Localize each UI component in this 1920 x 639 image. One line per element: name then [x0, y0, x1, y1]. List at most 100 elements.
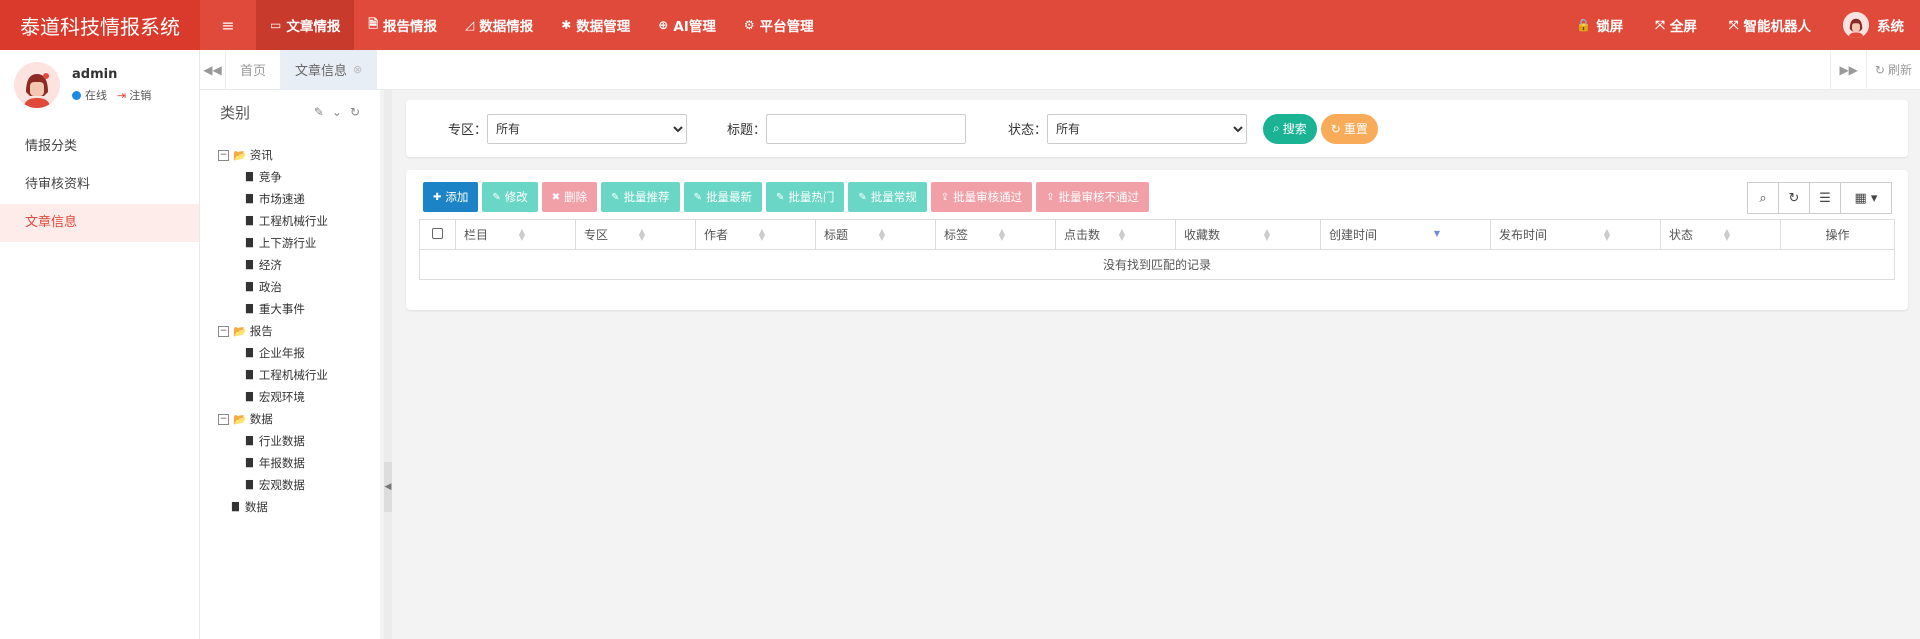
column-header[interactable]: 收藏数 ▲ ▼ — [1175, 219, 1321, 250]
column-header[interactable]: 标签 ▲ ▼ — [935, 219, 1056, 250]
avatar[interactable] — [14, 62, 60, 108]
toolbar-button-1[interactable]: ✎ 修改 — [482, 182, 538, 212]
columns-button[interactable]: ▦ ▾ — [1840, 182, 1892, 214]
column-header[interactable]: 状态 ▲ ▼ — [1660, 219, 1781, 250]
tab-1[interactable]: 文章信息 ⊗ — [281, 49, 378, 90]
topnav-right-item-0[interactable]: 🔒 锁屏 — [1560, 0, 1639, 50]
tree-node-item[interactable]: ▇ 市场速递 — [218, 188, 380, 210]
collapse-icon[interactable]: − — [218, 413, 229, 425]
tree-node-item[interactable]: ▇ 宏观环境 — [218, 386, 380, 408]
tree-node-item[interactable]: ▇ 企业年报 — [218, 342, 380, 364]
topnav-right-label: 系统 — [1877, 19, 1904, 35]
topnav-item-4[interactable]: ⊕ AI管理 — [644, 0, 730, 50]
tab-0[interactable]: 首页 — [226, 49, 282, 90]
tree-node-group[interactable]: − 📂 报告 — [218, 320, 380, 342]
column-header-label: 栏目 — [464, 228, 489, 242]
file-icon: ▇ — [246, 172, 253, 182]
tree-node-group[interactable]: − 📂 数据 — [218, 408, 380, 430]
refresh-tab-button[interactable]: ↻ 刷新 — [1865, 49, 1920, 90]
topnav-right-label: 智能机器人 — [1743, 19, 1812, 35]
topnav-item-2[interactable]: ◿ 数据情报 — [451, 0, 547, 50]
toolbar-button-4[interactable]: ✎ 批量最新 — [683, 182, 762, 212]
chevron-down-icon[interactable]: ⌄ — [332, 105, 342, 119]
tree-node-label: 上下游行业 — [258, 236, 317, 250]
toolbar-button-7[interactable]: ⇪ 批量审核通过 — [930, 182, 1033, 212]
topnav-item-label: AI管理 — [673, 19, 716, 35]
topnav-item-0[interactable]: ▭ 文章情报 — [256, 0, 355, 50]
tree-node-group[interactable]: − 📂 资讯 — [218, 144, 380, 166]
topnav-item-5[interactable]: ⚙ 平台管理 — [730, 0, 828, 50]
tree-node-item[interactable]: ▇ 行业数据 — [218, 430, 380, 452]
column-header-label: 操作 — [1825, 228, 1850, 242]
tabs-scroll-right-icon[interactable]: ▶▶ — [1830, 49, 1865, 90]
topnav-right-item-1[interactable]: ⤧ 全屏 — [1639, 0, 1713, 50]
search-button-label: 搜索 — [1282, 122, 1307, 136]
toolbar-button-label: 批量热门 — [788, 190, 835, 204]
panel-splitter[interactable]: ◀ — [384, 90, 392, 639]
tree-node-label: 经济 — [258, 258, 282, 272]
menu-toggle-icon[interactable]: ≡ — [200, 0, 256, 50]
title-label: 标题： — [727, 123, 767, 138]
tree-node-item[interactable]: ▇ 经济 — [218, 254, 380, 276]
sidebar-item-2[interactable]: 文章信息 — [0, 204, 199, 242]
logout-link[interactable]: 注销 — [129, 87, 151, 103]
collapse-icon[interactable]: − — [218, 325, 229, 337]
zone-select[interactable]: 所有 — [487, 113, 688, 144]
tree-node-item[interactable]: ▇ 工程机械行业 — [218, 364, 380, 386]
topnav-right-label: 全屏 — [1669, 19, 1697, 35]
logout-icon[interactable]: ⇥ — [117, 89, 126, 102]
toolbar-button-3[interactable]: ✎ 批量推荐 — [601, 182, 680, 212]
topnav-item-1[interactable]: 🗎 报告情报 — [354, 0, 451, 50]
toolbar-button-5[interactable]: ✎ 批量热门 — [765, 182, 845, 212]
search-toggle-button[interactable]: ⌕ — [1747, 182, 1779, 214]
tabs-scroll-left-icon[interactable]: ◀◀ — [200, 49, 226, 90]
toolbar-button-icon: ⇪ — [1046, 191, 1055, 203]
app-logo-title[interactable]: 泰道科技情报系统 — [0, 0, 200, 50]
column-header[interactable]: 标题 ▲ ▼ — [815, 219, 936, 250]
topnav-right-item-3[interactable]: 系统 — [1827, 0, 1920, 50]
tree-node-item[interactable]: ▇ 工程机械行业 — [218, 210, 380, 232]
tree-node-item[interactable]: ▇ 政治 — [218, 276, 380, 298]
title-input[interactable] — [766, 113, 967, 144]
search-button[interactable]: ⌕ 搜索 — [1263, 113, 1317, 144]
reset-button[interactable]: ↻ 重置 — [1320, 113, 1378, 144]
sort-icon: ▲ ▼ — [1118, 227, 1125, 242]
topnav-item-label: 平台管理 — [759, 19, 814, 35]
collapse-icon[interactable]: − — [218, 149, 229, 161]
tree-node-item[interactable]: ▇ 上下游行业 — [218, 232, 380, 254]
topnav-right-item-2[interactable]: ⤧ 智能机器人 — [1713, 0, 1827, 50]
search-icon: ⌕ — [1273, 121, 1280, 135]
gear-icon: ⚙ — [743, 18, 755, 32]
toggle-view-button[interactable]: ☰ — [1809, 182, 1841, 214]
column-header[interactable]: 创建时间 ▼ — [1320, 219, 1491, 250]
column-header[interactable]: 专区 ▲ ▼ — [575, 219, 696, 250]
column-header[interactable]: 点击数 ▲ ▼ — [1055, 219, 1176, 250]
sidebar-item-0[interactable]: 情报分类 — [0, 128, 199, 166]
tree-node-item[interactable]: ▇ 年报数据 — [218, 452, 380, 474]
toolbar-button-6[interactable]: ✎ 批量常规 — [848, 182, 927, 212]
column-header[interactable]: 发布时间 ▲ ▼ — [1490, 219, 1661, 250]
tree-node-item[interactable]: ▇ 宏观数据 — [218, 474, 380, 496]
toolbar-button-0[interactable]: ✚ 添加 — [423, 182, 479, 212]
topnav-item-3[interactable]: ✱ 数据管理 — [547, 0, 644, 50]
select-all-checkbox[interactable] — [432, 227, 443, 239]
tree-node-leaf[interactable]: ▇ 数据 — [218, 496, 380, 518]
refresh-icon[interactable]: ↻ — [350, 105, 360, 119]
tree-node-item[interactable]: ▇ 竞争 — [218, 166, 380, 188]
status-select[interactable]: 所有 — [1047, 113, 1248, 144]
refresh-table-button[interactable]: ↻ — [1778, 182, 1810, 214]
toolbar-button-8[interactable]: ⇪ 批量审核不通过 — [1036, 182, 1150, 212]
sort-icon: ▼ — [1433, 229, 1440, 238]
collapse-panel-icon[interactable]: ◀ — [384, 462, 392, 512]
sidebar-item-1[interactable]: 待审核资料 — [0, 166, 199, 204]
column-header[interactable]: 栏目 ▲ ▼ — [455, 219, 576, 250]
sort-icon: ▲ ▼ — [638, 227, 645, 242]
tree-node-item[interactable]: ▇ 重大事件 — [218, 298, 380, 320]
column-header[interactable]: 操作 — [1780, 219, 1895, 250]
column-header[interactable]: 作者 ▲ ▼ — [695, 219, 816, 250]
file-icon: ▇ — [246, 392, 253, 402]
column-header-label: 状态 — [1669, 228, 1694, 242]
edit-icon[interactable]: ✎ — [314, 105, 324, 119]
toolbar-button-2[interactable]: ✖ 删除 — [541, 182, 598, 212]
close-icon[interactable]: ⊗ — [353, 63, 362, 76]
